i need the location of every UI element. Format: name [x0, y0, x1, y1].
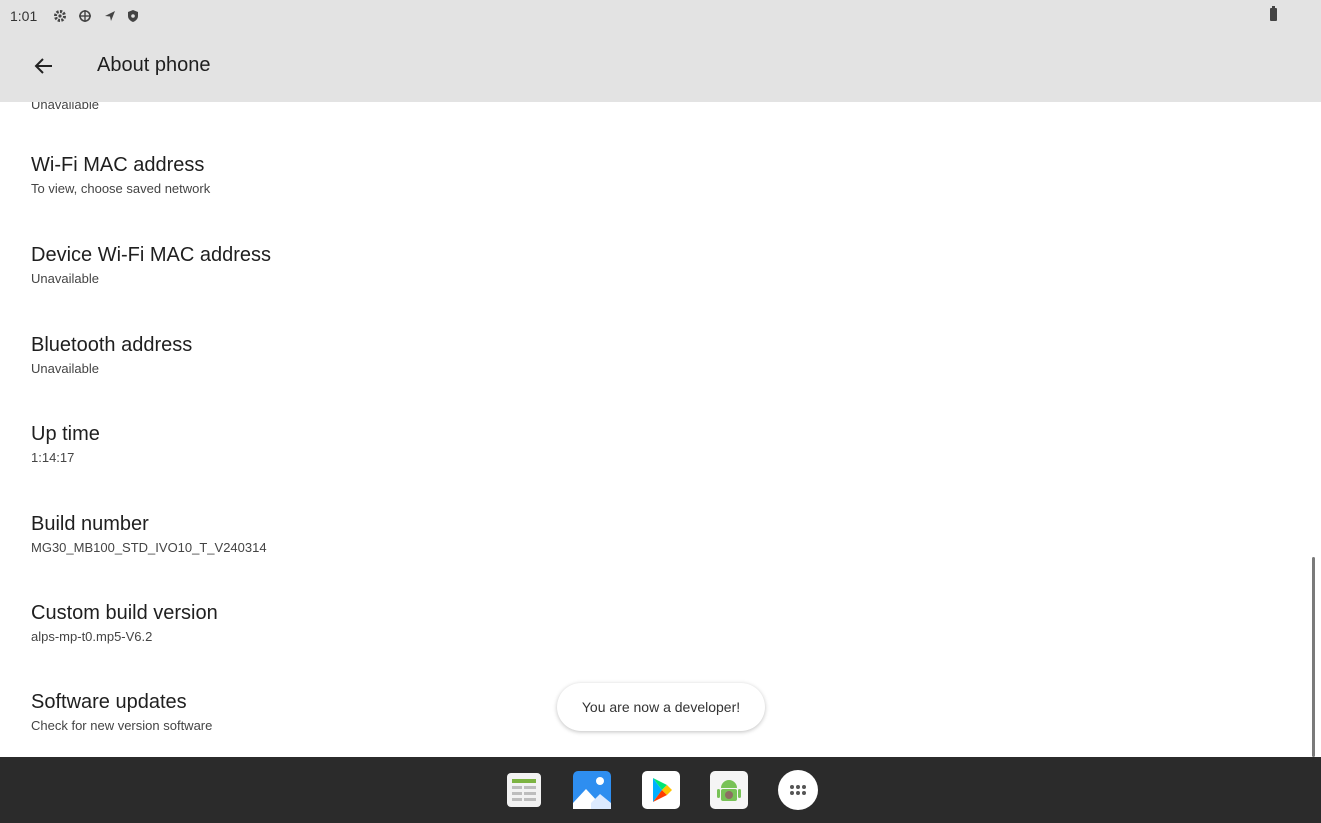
- item-subtitle: Check for new version software: [31, 718, 213, 733]
- status-time: 1:01: [10, 8, 38, 24]
- list-item-build-number[interactable]: Build number MG30_MB100_STD_IVO10_T_V240…: [0, 513, 1300, 601]
- settings-gear-icon: [54, 10, 66, 22]
- spreadsheet-app-icon[interactable]: [503, 769, 545, 811]
- item-subtitle: alps-mp-t0.mp5-V6.2: [31, 629, 153, 644]
- gallery-app-icon[interactable]: [571, 769, 613, 811]
- back-button[interactable]: [26, 48, 62, 84]
- item-subtitle: MG30_MB100_STD_IVO10_T_V240314: [31, 540, 267, 555]
- list-item-wifi-mac[interactable]: Wi-Fi MAC address To view, choose saved …: [0, 154, 1300, 242]
- list-item-custom-build-version[interactable]: Custom build version alps-mp-t0.mp5-V6.2: [0, 602, 1300, 690]
- toast-message: You are now a developer!: [557, 683, 765, 731]
- shield-icon: [128, 10, 138, 22]
- item-title: Device Wi-Fi MAC address: [31, 244, 272, 266]
- item-subtitle: Unavailable: [31, 361, 99, 376]
- list-item-up-time[interactable]: Up time 1:14:17: [0, 423, 1300, 511]
- target-icon: [79, 10, 91, 22]
- cut-off-item-subtitle: Unavailable: [31, 102, 99, 112]
- settings-list[interactable]: Unavailable Wi-Fi MAC address To view, c…: [0, 102, 1321, 757]
- scrollbar[interactable]: [1312, 557, 1315, 757]
- item-subtitle: 1:14:17: [31, 450, 75, 465]
- app-drawer-icon[interactable]: [777, 769, 819, 811]
- android-app-icon[interactable]: [708, 769, 750, 811]
- battery-icon: [1270, 6, 1277, 21]
- page-title: About phone: [97, 54, 211, 76]
- app-bar: 1:01 About phone: [0, 0, 1321, 102]
- navigation-icon: [105, 11, 115, 21]
- item-title: Custom build version: [31, 602, 218, 624]
- item-title: Wi-Fi MAC address: [31, 154, 205, 176]
- item-title: Software updates: [31, 691, 187, 713]
- item-title: Build number: [31, 513, 149, 535]
- item-title: Up time: [31, 423, 100, 445]
- arrow-back-icon: [34, 58, 52, 74]
- taskbar: [0, 757, 1321, 823]
- item-subtitle: Unavailable: [31, 271, 99, 286]
- item-subtitle: To view, choose saved network: [31, 181, 211, 196]
- status-bar: 1:01: [0, 0, 1321, 34]
- play-store-icon[interactable]: [640, 769, 682, 811]
- list-item-bluetooth-address[interactable]: Bluetooth address Unavailable: [0, 334, 1300, 422]
- list-item-device-wifi-mac[interactable]: Device Wi-Fi MAC address Unavailable: [0, 244, 1300, 332]
- item-title: Bluetooth address: [31, 334, 193, 356]
